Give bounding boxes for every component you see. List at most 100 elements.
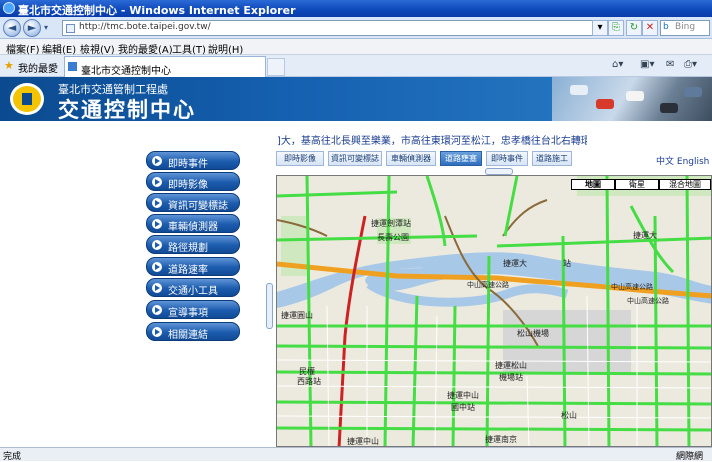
arrow-icon: [152, 156, 162, 166]
tab-vehicle-detector[interactable]: 車輛偵測器: [386, 151, 436, 166]
map-label: 捷運松山: [495, 361, 527, 370]
sidebar-item-label: 路徑規劃: [168, 243, 208, 254]
bing-icon: b: [663, 22, 669, 32]
back-button-icon[interactable]: ◄: [3, 19, 21, 37]
search-placeholder: Bing: [675, 22, 696, 32]
map-type-hybrid[interactable]: 混合地圖: [659, 179, 711, 190]
sidebar-item-announcements[interactable]: 宣導事項: [146, 300, 240, 319]
sidebar-item-label: 即時影像: [168, 180, 208, 191]
site-banner: 臺北市交通管制工程處 交通控制中心: [0, 77, 712, 121]
banner-car: [596, 99, 614, 109]
tab-live-video[interactable]: 即時影像: [276, 151, 324, 166]
feeds-icon[interactable]: ▣▾: [640, 59, 654, 70]
menu-help[interactable]: 說明(H): [208, 41, 243, 56]
new-tab-button[interactable]: [267, 58, 285, 76]
map-label: 捷運圓山: [281, 311, 313, 320]
lang-zh[interactable]: 中文: [656, 157, 674, 167]
tab-congestion[interactable]: 道路壅塞: [440, 151, 482, 166]
map-label: 國中站: [451, 403, 475, 412]
map-label: 中山高速公路: [467, 281, 509, 289]
sidebar-item-label: 道路速率: [168, 265, 208, 276]
tab-roadworks[interactable]: 道路施工: [532, 151, 572, 166]
url-dropdown-icon[interactable]: ▾: [592, 20, 608, 36]
map-label: 長壽公園: [377, 233, 409, 242]
print-icon[interactable]: ⎙▾: [684, 59, 697, 70]
banner-title: 交通控制中心: [58, 98, 196, 121]
search-field[interactable]: b Bing: [660, 20, 710, 36]
arrow-icon: [152, 327, 162, 337]
sidebar-item-links[interactable]: 相關連結: [146, 322, 240, 341]
sidebar-item-live-video[interactable]: 即時影像: [146, 172, 240, 191]
map-label: 站: [563, 259, 571, 268]
compat-view-icon[interactable]: ⎘: [608, 20, 624, 36]
banner-car: [626, 91, 644, 101]
url-text: http://tmc.bote.taipei.gov.tw/: [79, 22, 211, 32]
tab-incidents[interactable]: 即時事件: [486, 151, 528, 166]
map-type-map[interactable]: 地圖: [571, 179, 615, 190]
arrow-icon: [152, 219, 162, 229]
map-type-satellite[interactable]: 衛星: [615, 179, 659, 190]
menu-file[interactable]: 檔案(F): [6, 41, 40, 56]
sidebar-item-label: 相關連結: [168, 330, 208, 341]
menu-favorites[interactable]: 我的最愛(A): [118, 41, 173, 56]
ie-logo-icon: [3, 2, 15, 14]
traffic-map[interactable]: 地圖 衛星 混合地圖 捷運劍潭站 長壽公園 捷運大 捷運大 站 松山機場 捷運中…: [276, 175, 712, 447]
arrow-icon: [152, 198, 162, 208]
traffic-news-ticker[interactable]: ]大，基高往北長興至樂業，市高往東環河至松江，忠孝橋往台北右轉環快。: [277, 132, 587, 146]
map-label: 捷運大: [503, 259, 527, 268]
tab-cms[interactable]: 資訊可變標誌: [328, 151, 382, 166]
menu-edit[interactable]: 編輯(E): [42, 41, 76, 56]
arrow-icon: [152, 283, 162, 293]
map-canvas: [277, 176, 711, 446]
map-label: 捷運南京: [485, 435, 517, 444]
sidebar-item-incidents[interactable]: 即時事件: [146, 151, 240, 170]
forward-button-icon[interactable]: ►: [23, 19, 41, 37]
sidebar-item-route-planning[interactable]: 路徑規劃: [146, 235, 240, 254]
status-zone: 網際網: [676, 452, 704, 462]
tab-scroll-handle[interactable]: [485, 168, 513, 175]
favorites-star-icon[interactable]: ★: [4, 59, 14, 72]
sidebar-item-label: 宣導事項: [168, 308, 208, 319]
url-field[interactable]: http://tmc.bote.taipei.gov.tw/: [62, 20, 602, 36]
stop-icon[interactable]: ✕: [642, 20, 658, 36]
sidebar-item-cms[interactable]: 資訊可變標誌: [146, 193, 240, 212]
banner-traffic-photo: [552, 77, 712, 121]
banner-car: [570, 85, 588, 95]
map-label: 機場站: [499, 373, 523, 382]
banner-car: [660, 103, 678, 113]
menu-tools[interactable]: 工具(T): [172, 41, 206, 56]
sidebar-item-widgets[interactable]: 交通小工具: [146, 278, 240, 297]
map-label: 捷運中山: [447, 391, 479, 400]
menu-bar: 檔案(F) 編輯(E) 檢視(V) 我的最愛(A) 工具(T) 說明(H): [0, 39, 712, 56]
site-favicon-icon: [66, 24, 75, 33]
status-text: 完成: [3, 452, 22, 462]
sidebar-collapse-handle[interactable]: [266, 283, 273, 329]
sidebar-item-label: 交通小工具: [168, 286, 218, 297]
map-label: 捷運劍潭站: [371, 219, 411, 228]
map-label: 西路站: [297, 377, 321, 386]
tab-title: 臺北市交通控制中心: [81, 66, 171, 77]
tmc-logo-icon: [10, 83, 44, 115]
menu-view[interactable]: 檢視(V): [80, 41, 115, 56]
home-icon[interactable]: ⌂▾: [612, 59, 623, 70]
map-label: 松山機場: [517, 329, 549, 338]
arrow-icon: [152, 305, 162, 315]
banner-car: [684, 87, 702, 97]
browser-tab[interactable]: 臺北市交通控制中心: [64, 56, 266, 77]
address-bar: ◄ ► ▾ http://tmc.bote.taipei.gov.tw/ ▾ ⎘…: [0, 17, 712, 39]
lang-en[interactable]: English: [677, 157, 710, 167]
history-dropdown-icon[interactable]: ▾: [44, 23, 48, 32]
refresh-icon[interactable]: ↻: [626, 20, 642, 36]
favorites-label[interactable]: 我的最愛: [18, 60, 58, 75]
favorites-bar: ★ 我的最愛 臺北市交通控制中心 ⌂▾ ▣▾ ✉ ⎙▾: [0, 55, 712, 77]
language-switch: 中文 English: [656, 154, 709, 167]
map-label: 中山高速公路: [611, 283, 653, 291]
arrow-icon: [152, 240, 162, 250]
map-label: 捷運中山: [347, 437, 379, 446]
sidebar-item-vehicle-detector[interactable]: 車輛偵測器: [146, 214, 240, 233]
status-bar: 完成 網際網: [0, 447, 712, 462]
map-label: 中山高速公路: [627, 297, 669, 305]
mail-icon[interactable]: ✉: [666, 59, 674, 70]
sidebar-item-road-speed[interactable]: 道路速率: [146, 257, 240, 276]
sidebar-item-label: 車輛偵測器: [168, 222, 218, 233]
